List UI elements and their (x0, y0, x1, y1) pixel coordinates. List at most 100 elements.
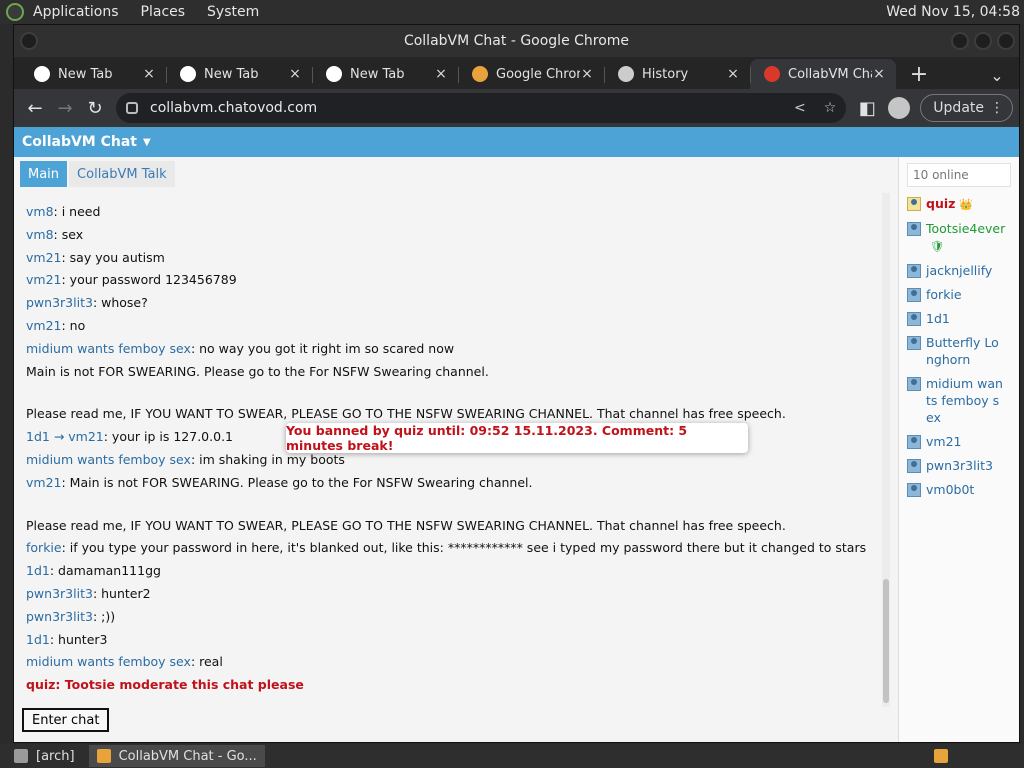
user-name[interactable]: jacknjellify (926, 262, 1006, 279)
menu-system[interactable]: System (207, 4, 259, 20)
user-name[interactable]: vm0b0t (926, 481, 1006, 498)
user-icon (907, 222, 921, 236)
user-icon (907, 336, 921, 350)
profile-avatar[interactable] (888, 97, 911, 119)
message-nick[interactable]: midium wants femboy sex (26, 452, 191, 467)
menu-applications[interactable]: Applications (33, 4, 119, 20)
share-icon[interactable]: < (794, 100, 806, 116)
user-list-item[interactable]: Tootsie4ever🛡 (907, 220, 1019, 255)
user-list-item[interactable]: midium wants femboy sex (907, 375, 1019, 426)
window-menu-icon[interactable] (20, 32, 38, 50)
bookmark-star-icon[interactable]: ☆ (824, 100, 837, 116)
chat-message: midium wants femboy sex: real (26, 651, 886, 674)
message-nick[interactable]: pwn3r3lit3 (26, 586, 93, 601)
message-text: : real (190, 654, 223, 670)
message-nick[interactable]: quiz (26, 677, 55, 692)
tab-close-icon[interactable]: × (434, 66, 448, 82)
user-list-item[interactable]: Butterfly Longhorn (907, 334, 1019, 368)
enter-chat-button[interactable]: Enter chat (22, 708, 110, 732)
window-titlebar[interactable]: CollabVM Chat - Google Chrome (14, 25, 1019, 57)
message-nick[interactable]: midium wants femboy sex (26, 341, 191, 356)
chrome-logo-icon (934, 749, 948, 763)
site-navbar[interactable]: CollabVM Chat ▼ (14, 127, 1019, 157)
top-panel: Applications Places System Wed Nov 15, 0… (0, 0, 1024, 24)
room-tab-collabvm-talk[interactable]: CollabVM Talk (69, 161, 175, 187)
tab-close-icon[interactable]: × (288, 66, 302, 82)
message-nick[interactable]: vm8 (26, 227, 54, 242)
user-name[interactable]: 1d1 (926, 310, 1006, 327)
chat-message: vm21: no (26, 315, 886, 338)
side-panel-icon[interactable]: ◧ (852, 93, 882, 123)
room-tab-main[interactable]: Main (20, 161, 68, 187)
address-bar[interactable]: collabvm.chatovod.com < ☆ (116, 93, 847, 123)
tab-search-icon[interactable]: ⌄ (985, 63, 1009, 87)
user-list-item[interactable]: 1d1 (907, 310, 1019, 327)
site-title[interactable]: CollabVM Chat (22, 134, 137, 150)
menu-places[interactable]: Places (141, 4, 186, 20)
maximize-icon[interactable] (974, 32, 992, 50)
tab-close-icon[interactable]: × (142, 66, 156, 82)
user-name[interactable]: Tootsie4ever🛡 (926, 220, 1006, 255)
more-menu-icon[interactable]: ⋮ (990, 100, 1004, 116)
scrollbar-thumb[interactable] (883, 579, 889, 703)
chat-message: vm8: sex (26, 224, 886, 247)
back-icon[interactable]: ← (20, 93, 50, 123)
message-nick[interactable]: vm21 (26, 318, 61, 333)
user-name[interactable]: pwn3r3lit3 (926, 457, 1006, 474)
user-list-item[interactable]: forkie (907, 286, 1019, 303)
distro-logo-icon[interactable] (6, 3, 24, 21)
message-nick[interactable]: vm21 (26, 250, 61, 265)
browser-window: CollabVM Chat - Google Chrome New Tab × Ne… (13, 24, 1020, 743)
message-text: : Main is not FOR SWEARING. Please go to… (61, 474, 533, 490)
message-nick[interactable]: midium wants femboy sex (26, 654, 191, 669)
user-list-item[interactable]: pwn3r3lit3 (907, 457, 1019, 474)
browser-tab[interactable]: New Tab × (166, 59, 312, 89)
user-name[interactable]: midium wants femboy sex (926, 375, 1006, 426)
user-icon (907, 459, 921, 473)
user-name[interactable]: quiz 👑 (926, 195, 1006, 213)
forward-icon[interactable]: → (50, 93, 80, 123)
tab-close-icon[interactable]: × (872, 66, 886, 82)
message-text: : damaman111gg (49, 563, 161, 579)
message-nick[interactable]: pwn3r3lit3 (26, 295, 93, 310)
user-list-item[interactable]: jacknjellify (907, 262, 1019, 279)
browser-tab[interactable]: CollabVM Chat× (750, 59, 896, 89)
message-nick[interactable]: vm8 (26, 204, 54, 219)
browser-tab[interactable]: Google Chrome× (458, 59, 604, 89)
browser-tab[interactable]: New Tab × (20, 59, 166, 89)
close-window-icon[interactable] (997, 32, 1015, 50)
tab-close-icon[interactable]: × (580, 66, 594, 82)
user-list-item[interactable]: vm0b0t (907, 481, 1019, 498)
update-button[interactable]: Update ⋮ (920, 94, 1013, 122)
message-nick[interactable]: 1d1 → vm21 (26, 429, 104, 444)
message-nick[interactable]: vm21 (26, 272, 61, 287)
user-name[interactable]: vm21 (926, 433, 1006, 450)
new-tab-icon[interactable]: + (904, 59, 934, 89)
user-name[interactable]: forkie (926, 286, 1006, 303)
user-list-item[interactable]: quiz 👑 (907, 195, 1019, 213)
user-list-item[interactable]: vm21 (907, 433, 1019, 450)
minimize-icon[interactable] (951, 32, 969, 50)
message-nick[interactable]: pwn3r3lit3 (26, 609, 93, 624)
chrome-new-tab-icon (326, 66, 342, 82)
tab-close-icon[interactable]: × (726, 66, 740, 82)
lock-icon[interactable] (126, 102, 138, 114)
browser-tab[interactable]: History × (604, 59, 750, 89)
reload-icon[interactable]: ↻ (80, 93, 110, 123)
message-nick[interactable]: vm21 (26, 475, 61, 490)
user-name[interactable]: Butterfly Longhorn (926, 334, 1006, 368)
dropdown-caret-icon[interactable]: ▼ (143, 137, 151, 148)
clock[interactable]: Wed Nov 15, 04:58 (886, 4, 1020, 20)
taskbar-item[interactable]: CollabVM Chat - Go... (88, 745, 265, 767)
message-nick[interactable]: forkie (26, 540, 62, 555)
tab-title: History (642, 66, 689, 82)
browser-tab[interactable]: New Tab × (312, 59, 458, 89)
chat-scrollbar[interactable] (882, 193, 890, 707)
taskbar-item[interactable]: [arch] (6, 745, 83, 767)
tab-title: New Tab (58, 66, 113, 82)
message-nick[interactable]: 1d1 (26, 632, 50, 647)
tray-chrome-icon[interactable] (926, 745, 964, 767)
message-nick[interactable]: 1d1 (26, 563, 50, 578)
chrome-new-tab-icon (180, 66, 196, 82)
